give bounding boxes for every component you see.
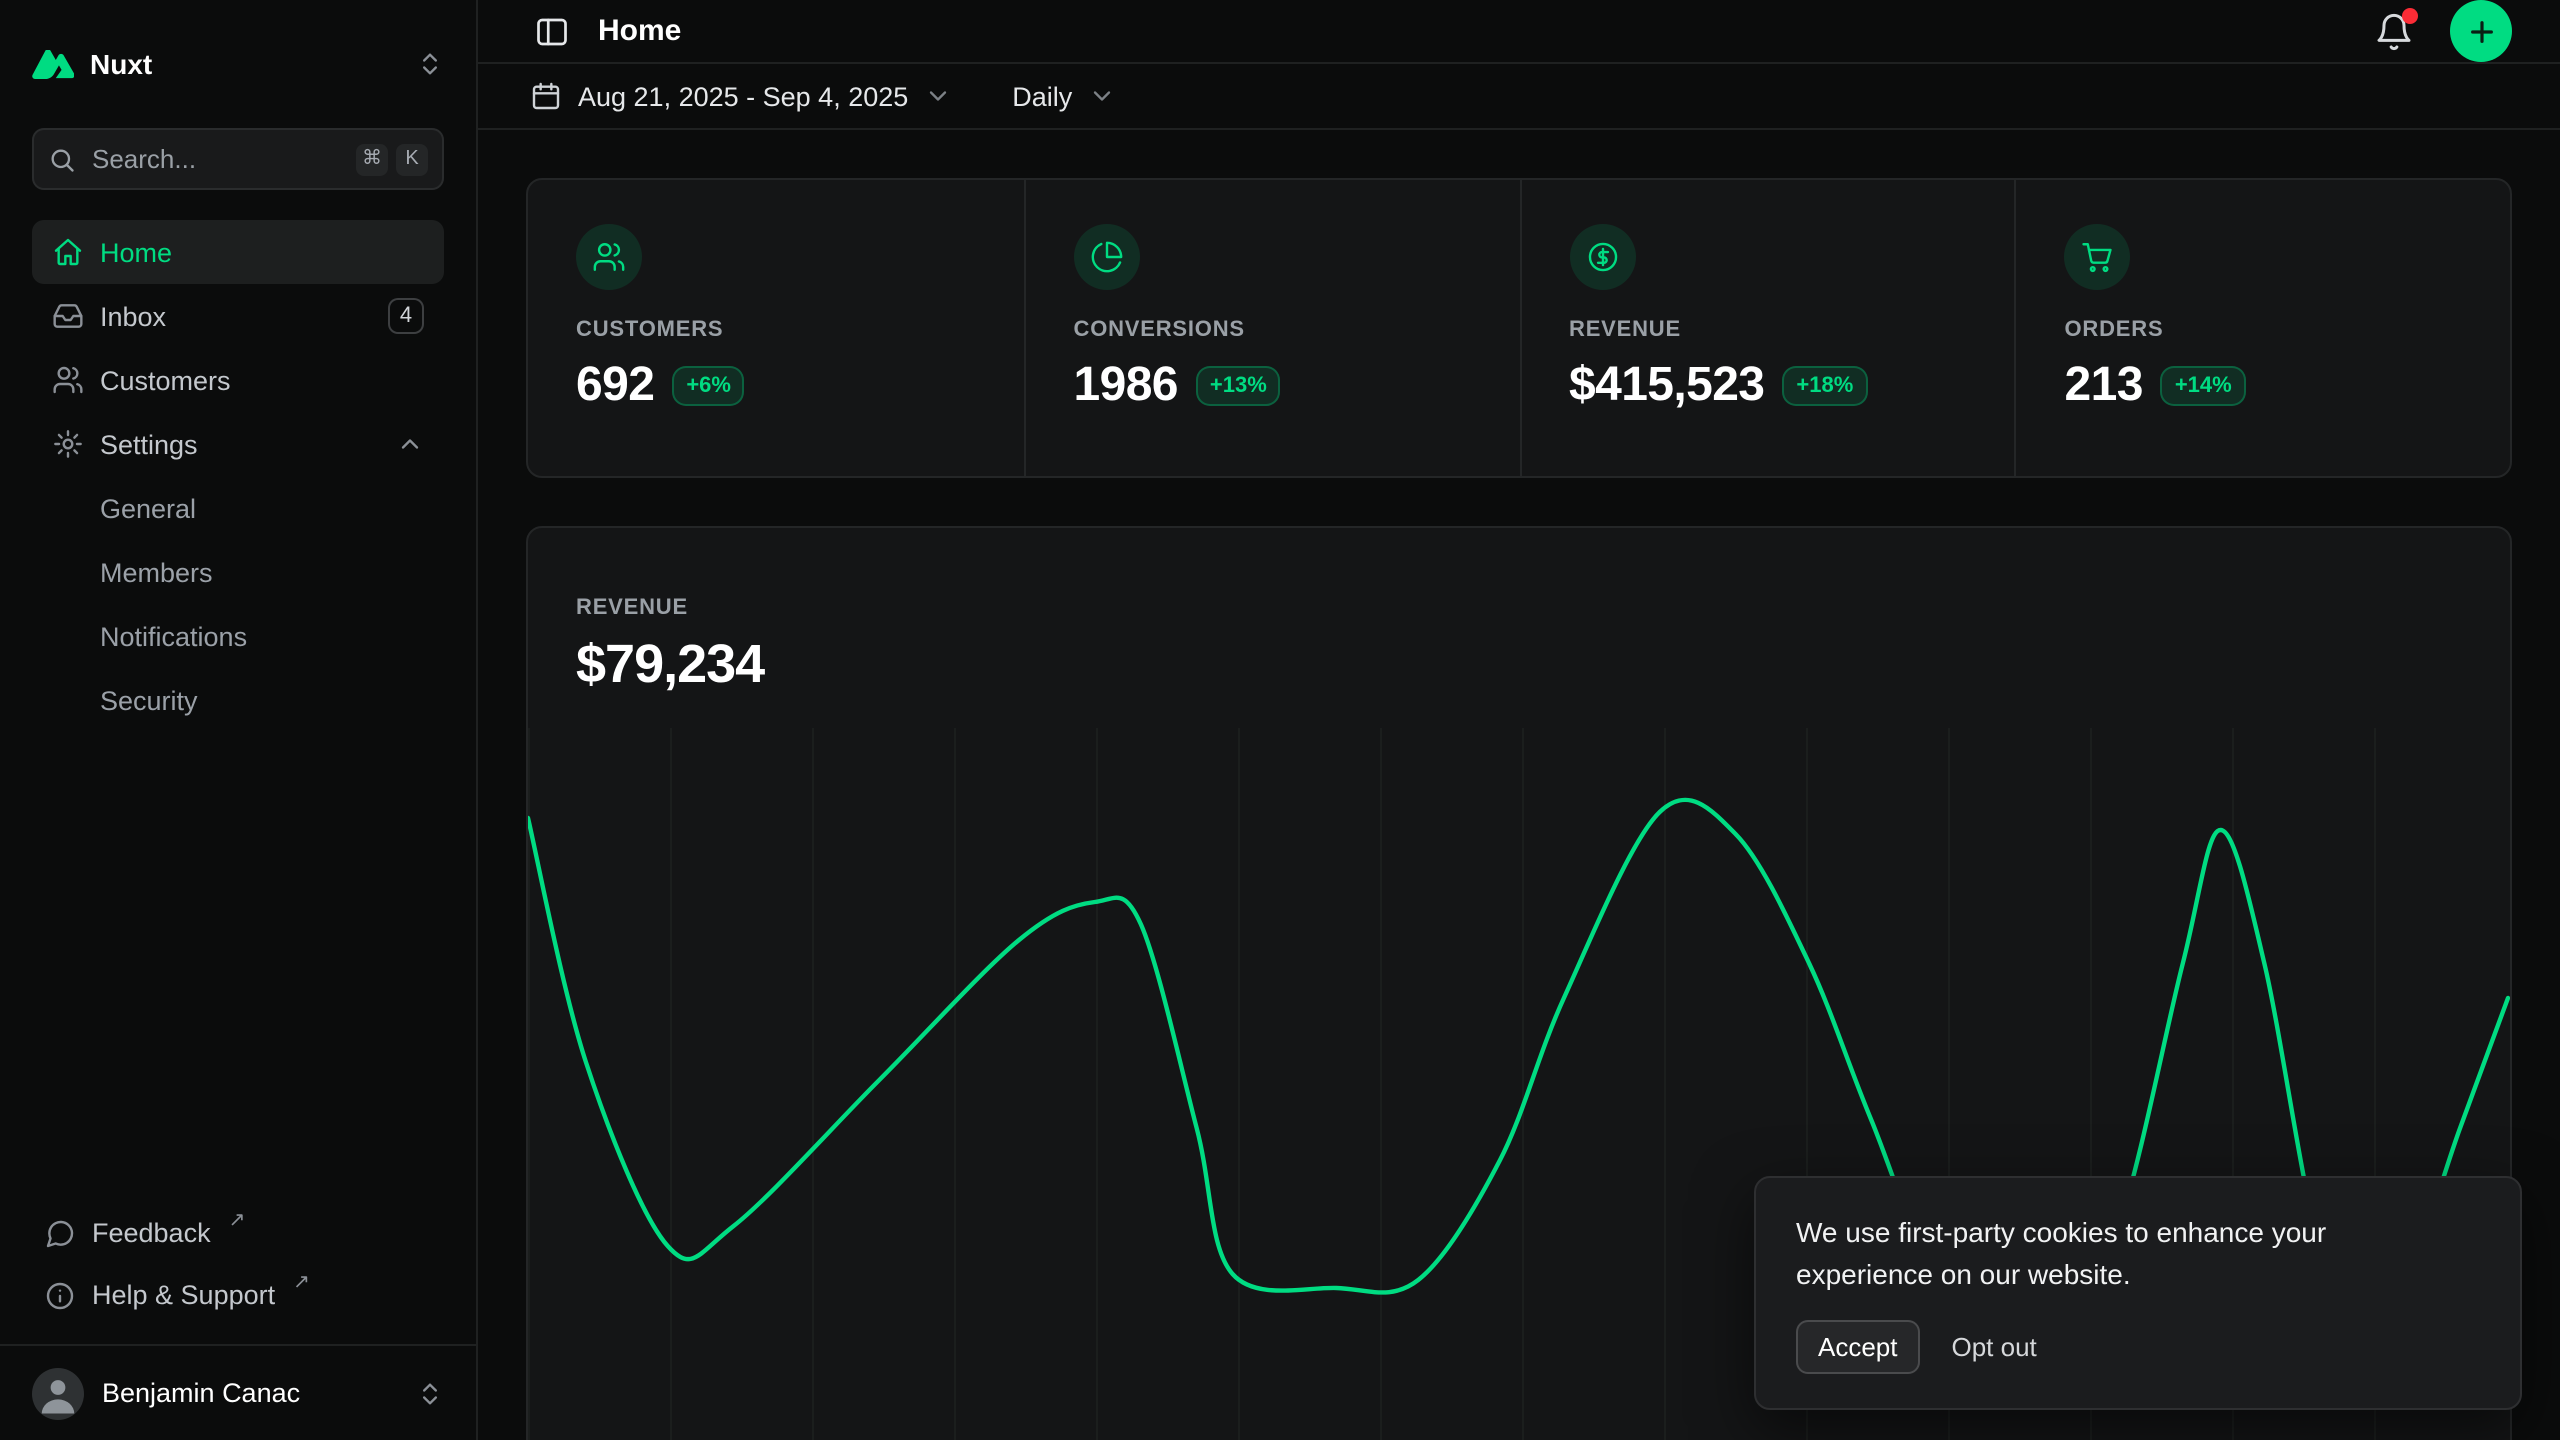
toolbar: Aug 21, 2025 - Sep 4, 2025 Daily — [478, 64, 2560, 130]
period-select[interactable]: Daily — [996, 64, 1132, 128]
sidebar-nav: Home Inbox 4 Customers Settings — [32, 220, 444, 732]
sidebar-item-label: Home — [100, 237, 172, 267]
shopping-cart-icon — [2065, 224, 2131, 290]
period-label: Daily — [1012, 81, 1072, 111]
cookie-banner: We use first-party cookies to enhance yo… — [1754, 1177, 2522, 1410]
users-icon — [576, 224, 642, 290]
stat-value: 692 — [576, 358, 654, 414]
stats-row: CUSTOMERS 692 +6% CONVERSIONS 1986 +13% — [526, 178, 2512, 478]
notification-dot — [2402, 7, 2418, 23]
sidebar-item-inbox[interactable]: Inbox 4 — [32, 284, 444, 348]
chat-bubble-icon — [44, 1217, 76, 1249]
circle-dollar-icon — [1569, 224, 1635, 290]
stat-delta-badge: +13% — [1196, 366, 1281, 406]
topbar-left: Home — [526, 5, 681, 57]
stat-delta-badge: +14% — [2161, 366, 2246, 406]
stat-card-customers[interactable]: CUSTOMERS 692 +6% — [528, 180, 1024, 476]
stat-label: REVENUE — [1569, 318, 1967, 342]
search-shortcut: ⌘ K — [356, 143, 428, 175]
sidebar-item-members[interactable]: Members — [32, 540, 444, 604]
search-input[interactable]: Search... ⌘ K — [32, 128, 444, 190]
revenue-card-header: REVENUE $79,234 — [528, 596, 2510, 696]
home-icon — [52, 236, 84, 268]
user-name: Benjamin Canac — [102, 1378, 300, 1408]
sidebar-item-customers[interactable]: Customers — [32, 348, 444, 412]
add-button[interactable] — [2450, 0, 2512, 62]
sidebar-item-label: Inbox — [100, 301, 166, 331]
chart-pie-icon — [1074, 224, 1140, 290]
page-title: Home — [598, 14, 681, 48]
gear-icon — [52, 428, 84, 460]
sidebar-item-feedback[interactable]: Feedback ↗ — [32, 1202, 444, 1264]
revenue-chart-value: $79,234 — [576, 634, 2462, 696]
inbox-count-badge: 4 — [388, 298, 424, 334]
sidebar-item-label: Notifications — [100, 621, 247, 651]
stat-delta-badge: +18% — [1782, 366, 1867, 406]
sidebar-item-notifications[interactable]: Notifications — [32, 604, 444, 668]
stat-label: CUSTOMERS — [576, 318, 976, 342]
team-name: Nuxt — [90, 48, 152, 80]
notifications-button[interactable] — [2370, 7, 2418, 55]
topbar: Home — [478, 0, 2560, 64]
user-menu[interactable]: Benjamin Canac — [0, 1344, 476, 1440]
stat-delta-badge: +6% — [672, 366, 745, 406]
stat-card-conversions[interactable]: CONVERSIONS 1986 +13% — [1024, 180, 1520, 476]
chevron-down-icon — [924, 82, 952, 110]
search-placeholder: Search... — [92, 144, 340, 174]
stat-label: CONVERSIONS — [1074, 318, 1472, 342]
topbar-right — [2370, 0, 2512, 62]
avatar — [32, 1367, 84, 1419]
sidebar-item-security[interactable]: Security — [32, 668, 444, 732]
stat-card-orders[interactable]: ORDERS 213 +14% — [2015, 180, 2511, 476]
date-range-picker[interactable]: Aug 21, 2025 - Sep 4, 2025 — [514, 64, 968, 128]
sidebar-item-help-support[interactable]: Help & Support ↗ — [32, 1264, 444, 1326]
sidebar-spacer — [0, 732, 476, 1202]
sidebar-item-label: Security — [100, 685, 198, 715]
app-window: Nuxt Search... ⌘ K Home — [0, 0, 2560, 1440]
plus-icon — [2465, 15, 2497, 47]
external-link-icon: ↗ — [293, 1272, 310, 1294]
kbd-k: K — [396, 143, 428, 175]
sidebar-item-general[interactable]: General — [32, 476, 444, 540]
sidebar-item-label: Feedback — [92, 1218, 211, 1248]
stat-label: ORDERS — [2065, 318, 2463, 342]
users-icon — [52, 364, 84, 396]
chevron-up-icon — [396, 430, 424, 458]
sidebar: Nuxt Search... ⌘ K Home — [0, 0, 478, 1440]
external-link-icon: ↗ — [229, 1210, 246, 1232]
revenue-chart-label: REVENUE — [576, 596, 2462, 620]
search-icon — [48, 145, 76, 173]
cookie-message: We use first-party cookies to enhance yo… — [1796, 1213, 2420, 1294]
sidebar-item-label: Settings — [100, 429, 198, 459]
sidebar-item-label: General — [100, 493, 196, 523]
stat-value: 1986 — [1074, 358, 1178, 414]
panel-toggle-icon[interactable] — [526, 5, 578, 57]
inbox-icon — [52, 300, 84, 332]
chevron-down-icon — [1088, 82, 1116, 110]
chevron-updown-icon — [416, 1379, 444, 1407]
opt-out-button[interactable]: Opt out — [1952, 1332, 2037, 1362]
sidebar-item-label: Members — [100, 557, 213, 587]
info-circle-icon — [44, 1279, 76, 1311]
nuxt-logo-icon — [32, 49, 74, 79]
accept-button[interactable]: Accept — [1796, 1320, 1920, 1374]
kbd-command: ⌘ — [356, 143, 388, 175]
chevron-updown-icon — [416, 50, 444, 78]
sidebar-item-label: Help & Support — [92, 1280, 275, 1310]
stat-card-revenue[interactable]: REVENUE $415,523 +18% — [1519, 180, 2015, 476]
sidebar-item-settings[interactable]: Settings — [32, 412, 444, 476]
team-switcher[interactable]: Nuxt — [32, 24, 444, 104]
stat-value: $415,523 — [1569, 358, 1764, 414]
calendar-icon — [530, 80, 562, 112]
date-range-label: Aug 21, 2025 - Sep 4, 2025 — [578, 81, 908, 111]
sidebar-footer: Feedback ↗ Help & Support ↗ — [32, 1202, 444, 1326]
stat-value: 213 — [2065, 358, 2143, 414]
sidebar-item-label: Customers — [100, 365, 231, 395]
cookie-actions: Accept Opt out — [1796, 1320, 2480, 1374]
sidebar-item-home[interactable]: Home — [32, 220, 444, 284]
